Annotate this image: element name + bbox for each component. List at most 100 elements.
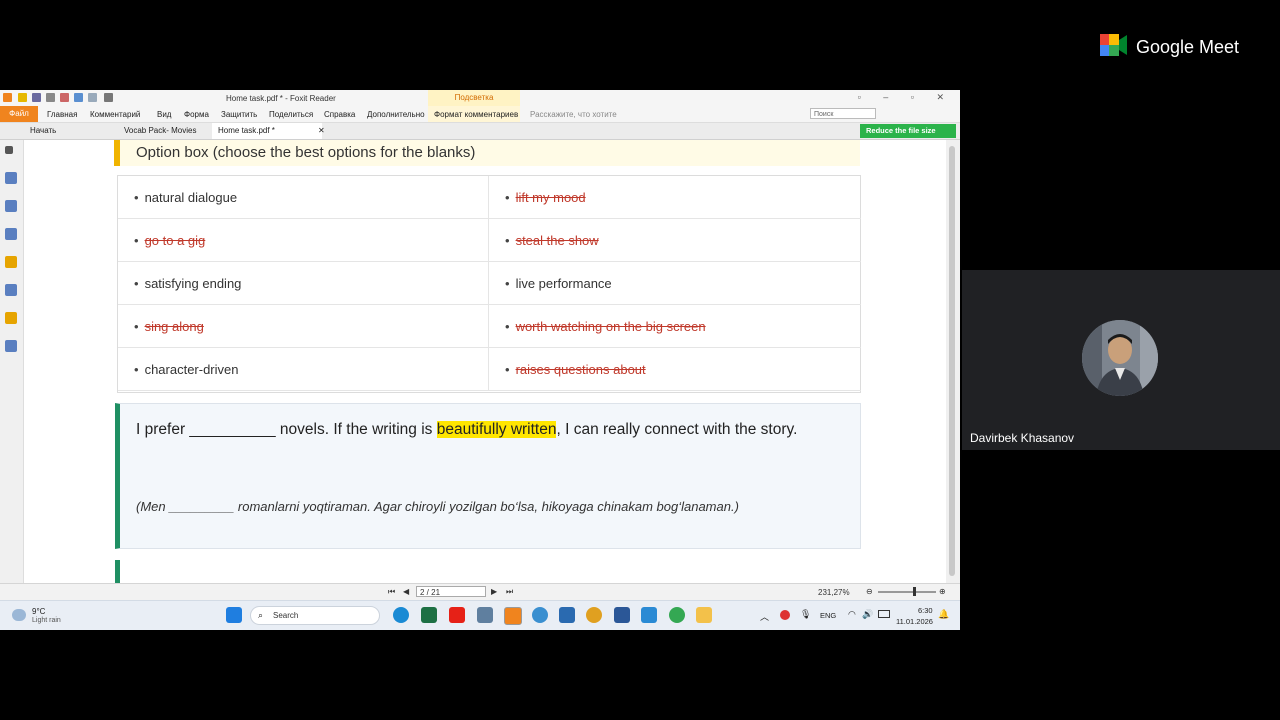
prev-page-icon[interactable]: ◀ [403, 587, 409, 596]
volume-icon[interactable]: 🔊 [862, 609, 873, 620]
comments-icon[interactable] [5, 256, 17, 268]
vscode-icon[interactable] [641, 607, 657, 623]
option-text: character-driven [144, 362, 239, 377]
clock-time[interactable]: 6:30 [918, 606, 933, 615]
pages-icon[interactable] [5, 200, 17, 212]
close-tab-icon[interactable]: ✕ [312, 123, 325, 139]
menu-view[interactable]: Вид [157, 110, 171, 119]
option-text: raises questions about [515, 362, 646, 377]
calculator-icon[interactable] [477, 607, 493, 623]
undo-icon[interactable] [74, 93, 83, 102]
file-menu[interactable]: Файл [0, 106, 38, 122]
menu-extra[interactable]: Дополнительно [367, 110, 425, 119]
word-icon[interactable] [614, 607, 630, 623]
save-icon[interactable] [32, 93, 41, 102]
foxit-taskbar-icon[interactable] [504, 607, 522, 625]
last-page-icon[interactable]: ⏭ [506, 587, 513, 597]
chrome-profile-icon[interactable] [532, 607, 548, 623]
option-text: satisfying ending [144, 276, 242, 291]
zoom-slider[interactable] [878, 591, 936, 593]
layers-icon[interactable] [5, 228, 17, 240]
security-icon[interactable] [5, 312, 17, 324]
youtube-icon[interactable] [449, 607, 465, 623]
option-cell-left: • go to a gig [118, 219, 489, 262]
snipping-icon[interactable] [559, 607, 575, 623]
zoom-out-icon[interactable]: ⊖ [866, 587, 873, 596]
microphone-icon[interactable]: 🎙 [800, 609, 811, 620]
menu-share[interactable]: Поделиться [269, 110, 313, 119]
weather-icon[interactable] [12, 609, 26, 621]
taskbar-search-label: Search [273, 611, 299, 620]
zoom-in-icon[interactable]: ⊕ [939, 587, 946, 596]
edge-icon[interactable] [393, 607, 409, 623]
option-text: worth watching on the big screen [515, 319, 706, 334]
new-icon[interactable] [60, 93, 69, 102]
bullet-icon: • [134, 233, 139, 248]
participant-photo-icon [1082, 320, 1158, 396]
first-page-icon[interactable]: ⏮ [388, 587, 395, 597]
option-text: go to a gig [144, 233, 206, 248]
chrome-icon[interactable] [586, 607, 602, 623]
battery-icon[interactable] [878, 610, 890, 618]
google-meet-brand: Google Meet [1136, 37, 1240, 57]
menu-protect[interactable]: Защитить [221, 110, 257, 119]
expand-panel-icon[interactable] [5, 146, 13, 154]
tab-start[interactable]: Начать [24, 123, 116, 139]
zoom-slider-knob[interactable] [913, 587, 916, 596]
wifi-icon[interactable]: ◠ [848, 609, 856, 620]
option-text: steal the show [515, 233, 599, 248]
tab-home-task[interactable]: Home task.pdf * [212, 123, 322, 139]
page-number-input[interactable]: 2 / 21 [416, 586, 486, 597]
redo-icon[interactable] [88, 93, 97, 102]
tab-vocab-pack[interactable]: Vocab Pack- Movies B... [118, 123, 210, 151]
bullet-icon: • [134, 319, 139, 334]
vertical-scrollbar[interactable] [946, 140, 960, 583]
menu-home[interactable]: Главная [47, 110, 77, 119]
search-input[interactable]: Поиск [810, 108, 876, 119]
file-explorer-icon[interactable] [696, 607, 712, 623]
option-cell-right: • steal the show [489, 219, 861, 262]
sentence-translation: (Men _________ romanlarni yoqtiraman. Ag… [136, 499, 739, 514]
menu-comment[interactable]: Комментарий [90, 110, 140, 119]
scrollbar-thumb[interactable] [949, 146, 955, 576]
hand-tool-icon[interactable] [104, 93, 113, 102]
window-controls[interactable]: ▫ – ▫ ✕ [858, 92, 954, 103]
excel-icon[interactable] [421, 607, 437, 623]
chrome-alt-icon[interactable] [669, 607, 685, 623]
document-viewport[interactable]: Option box (choose the best options for … [24, 140, 946, 583]
tray-chevron-icon[interactable]: ︿ [760, 610, 769, 623]
clock-date[interactable]: 11.01.2026 [896, 617, 933, 626]
option-cell-right: • live performance [489, 262, 861, 305]
highlighted-phrase[interactable]: beautifully written [436, 421, 557, 438]
windows-taskbar: 9°C Light rain ⌕ Search ︿ 🎙 ENG ◠ 🔊 6:30… [0, 600, 960, 630]
sentence-card: I prefer __________ novels. If the writi… [115, 403, 861, 549]
status-bar: ⏮ ◀ 2 / 21 ▶ ⏭ 231,27% ⊖ ⊕ [0, 583, 960, 600]
next-page-icon[interactable]: ▶ [491, 587, 497, 596]
menu-comment-format[interactable]: Формат комментариев [434, 110, 518, 119]
signature-icon[interactable] [5, 340, 17, 352]
open-icon[interactable] [18, 93, 27, 102]
participant-name: Davirbek Khasanov [970, 431, 1075, 445]
tell-me-field[interactable]: Расскажите, что хотите [530, 110, 617, 119]
highlight-context-tab[interactable]: Подсветка [428, 90, 520, 106]
notification-icon[interactable]: 🔔 [938, 609, 949, 620]
avatar [1082, 320, 1158, 396]
participant-tile[interactable]: Davirbek Khasanov [962, 270, 1280, 450]
bookmark-icon[interactable] [5, 172, 17, 184]
start-icon[interactable] [226, 607, 242, 623]
taskbar-search[interactable]: ⌕ Search [250, 606, 380, 625]
attachment-icon[interactable] [5, 284, 17, 296]
language-indicator[interactable]: ENG [820, 611, 836, 620]
bullet-icon: • [134, 362, 139, 377]
search-icon: ⌕ [258, 610, 264, 620]
print-icon[interactable] [46, 93, 55, 102]
reduce-file-size-button[interactable]: Reduce the file size [860, 124, 956, 138]
option-text: live performance [515, 276, 612, 291]
weather-description[interactable]: Light rain [32, 617, 61, 624]
option-text: sing along [144, 319, 204, 334]
tray-app-icon[interactable] [780, 610, 790, 620]
menu-form[interactable]: Форма [184, 110, 209, 119]
weather-temperature[interactable]: 9°C [32, 607, 45, 616]
zoom-level[interactable]: 231,27% [818, 588, 850, 597]
menu-help[interactable]: Справка [324, 110, 355, 119]
